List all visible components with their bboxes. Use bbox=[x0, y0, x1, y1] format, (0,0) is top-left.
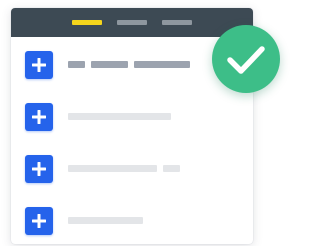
add-button[interactable] bbox=[25, 155, 53, 183]
plus-icon bbox=[32, 110, 46, 124]
checkmark-icon bbox=[227, 46, 265, 74]
list-item bbox=[11, 150, 253, 190]
add-button[interactable] bbox=[25, 207, 53, 235]
list-item bbox=[11, 98, 253, 138]
add-button[interactable] bbox=[25, 103, 53, 131]
text-placeholder-bar bbox=[68, 61, 85, 68]
tab-active[interactable] bbox=[72, 20, 102, 25]
text-placeholder-bar bbox=[68, 165, 157, 172]
plus-icon bbox=[32, 58, 46, 72]
text-placeholder-bar bbox=[91, 61, 128, 68]
illustration bbox=[0, 0, 283, 246]
success-badge bbox=[212, 25, 280, 93]
text-placeholder-bar bbox=[68, 113, 171, 120]
text-placeholder-bar bbox=[163, 165, 180, 172]
list-item bbox=[11, 202, 253, 242]
tab-inactive[interactable] bbox=[117, 20, 147, 25]
add-button[interactable] bbox=[25, 51, 53, 79]
plus-icon bbox=[32, 214, 46, 228]
text-placeholder-bar bbox=[134, 61, 190, 68]
text-placeholder-bar bbox=[68, 217, 143, 224]
plus-icon bbox=[32, 162, 46, 176]
tab-inactive[interactable] bbox=[162, 20, 192, 25]
